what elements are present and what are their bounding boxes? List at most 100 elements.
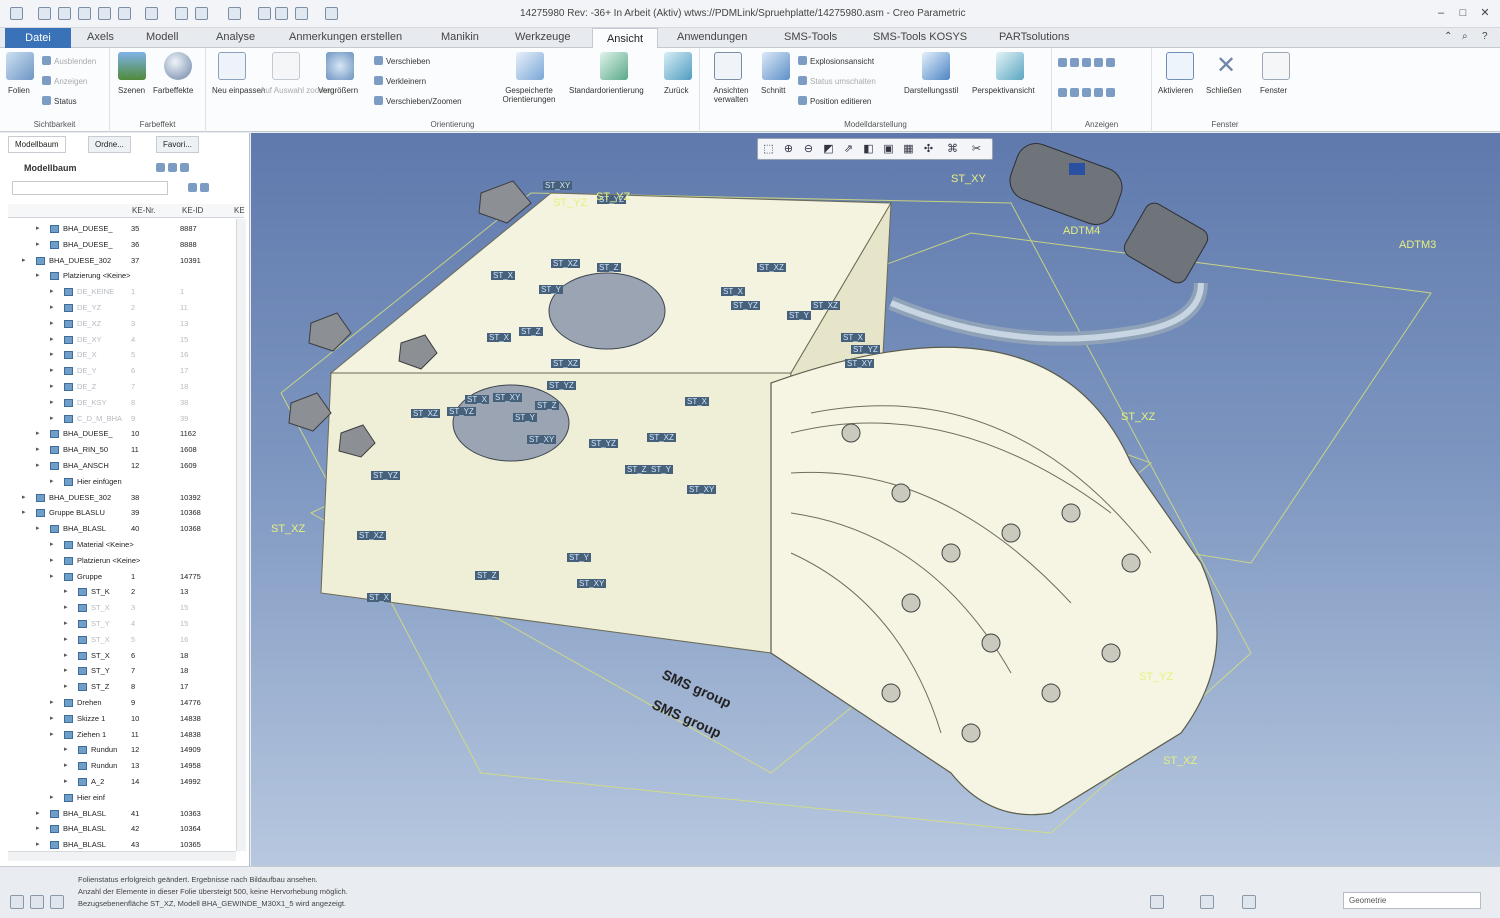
tree-row[interactable]: ▸ BHA_BLASL 40 10368 bbox=[0, 522, 236, 537]
datum-plane-label[interactable]: ST_YZ bbox=[553, 197, 587, 209]
datum-plane-label[interactable]: ST_XZ bbox=[1121, 411, 1155, 423]
expand-arrow-icon[interactable]: ▸ bbox=[50, 335, 54, 343]
tree-row[interactable]: ▸ BHA_DUESE_ 36 8888 bbox=[0, 238, 236, 253]
redo-icon[interactable] bbox=[145, 7, 158, 20]
datum-label[interactable]: ST_Z bbox=[625, 465, 649, 474]
expand-arrow-icon[interactable]: ▸ bbox=[50, 350, 54, 358]
datum-label[interactable]: ST_Y bbox=[649, 465, 674, 474]
datum-label[interactable]: ST_XY bbox=[543, 181, 573, 190]
explosionsansicht-button[interactable]: Explosionsansicht bbox=[798, 56, 874, 66]
tree-row[interactable]: ▸ Ziehen 1 11 14838 bbox=[0, 728, 236, 743]
globe-icon[interactable] bbox=[295, 7, 308, 20]
col-ke-nr[interactable]: KE-Nr. bbox=[132, 206, 156, 215]
tree-row[interactable]: ▸ DE_Y 6 17 bbox=[0, 364, 236, 379]
expand-arrow-icon[interactable]: ▸ bbox=[36, 271, 40, 279]
zoom-out-icon[interactable]: ⊖ bbox=[802, 143, 815, 156]
datum-label[interactable]: ST_XZ bbox=[551, 359, 580, 368]
datum-label[interactable]: ST_XY bbox=[577, 579, 607, 588]
selection-filter-select[interactable]: Geometrie bbox=[1343, 892, 1481, 909]
datum-label[interactable]: ST_X bbox=[685, 397, 710, 406]
tree-row[interactable]: ▸ DE_XY 4 15 bbox=[0, 333, 236, 348]
display-style-icon[interactable]: ◧ bbox=[862, 143, 875, 156]
tab-datei[interactable]: Datei bbox=[5, 28, 71, 48]
expand-arrow-icon[interactable]: ▸ bbox=[50, 572, 54, 580]
datum-label[interactable]: ST_X bbox=[487, 333, 512, 342]
position-editieren-button[interactable]: Position editieren bbox=[798, 96, 871, 106]
tree-row[interactable]: ▸ ST_X 6 18 bbox=[0, 649, 236, 664]
expand-arrow-icon[interactable]: ▸ bbox=[22, 493, 26, 501]
selection-buffer-icon[interactable] bbox=[1242, 895, 1256, 909]
datum-label[interactable]: ST_XY bbox=[687, 485, 717, 494]
expand-arrow-icon[interactable]: ▸ bbox=[64, 682, 68, 690]
datum-label[interactable]: ST_XZ bbox=[551, 259, 580, 268]
close-icon[interactable]: ✕ bbox=[1478, 6, 1492, 20]
ansichten-verwalten-button[interactable]: Ansichten verwalten bbox=[708, 86, 754, 104]
help-icon[interactable]: ? bbox=[1482, 31, 1488, 42]
tree-row[interactable]: ▸ ST_Y 4 15 bbox=[0, 617, 236, 632]
expand-arrow-icon[interactable]: ▸ bbox=[50, 714, 54, 722]
tab-sms-tools-kosys[interactable]: SMS-Tools KOSYS bbox=[873, 31, 967, 43]
perspektivansicht-button[interactable]: Perspektivansicht bbox=[972, 86, 1035, 95]
tab-manikin[interactable]: Manikin bbox=[441, 31, 479, 43]
datum-label[interactable]: ST_Z bbox=[597, 263, 621, 272]
regenerate-icon[interactable] bbox=[175, 7, 188, 20]
folien-button[interactable]: Folien bbox=[8, 86, 30, 95]
col-ke[interactable]: KE bbox=[234, 206, 245, 215]
expand-arrow-icon[interactable]: ▸ bbox=[50, 319, 54, 327]
datum-label[interactable]: ST_Y bbox=[567, 553, 592, 562]
datum-label[interactable]: ST_XY bbox=[493, 393, 523, 402]
pdm-icon[interactable] bbox=[228, 7, 241, 20]
tree-row[interactable]: ▸ ST_X 5 16 bbox=[0, 633, 236, 648]
vergroessern-button[interactable]: Vergrößern bbox=[318, 86, 358, 95]
expand-arrow-icon[interactable]: ▸ bbox=[64, 761, 68, 769]
expand-arrow-icon[interactable]: ▸ bbox=[64, 666, 68, 674]
tab-werkzeuge[interactable]: Werkzeuge bbox=[515, 31, 570, 43]
tab-modell[interactable]: Modell bbox=[146, 31, 178, 43]
undo-icon[interactable] bbox=[118, 7, 131, 20]
datum-label[interactable]: ST_Y bbox=[513, 413, 538, 422]
datum-label[interactable]: ST_Z bbox=[519, 327, 543, 336]
tree-row[interactable]: ▸ BHA_BLASL 42 10364 bbox=[0, 822, 236, 837]
gespeicherte-orientierungen-button[interactable]: Gespeicherte Orientierungen bbox=[492, 86, 566, 104]
expand-arrow-icon[interactable]: ▸ bbox=[50, 793, 54, 801]
verschieben-zoomen-button[interactable]: Verschieben/Zoomen bbox=[374, 96, 462, 106]
datum-label[interactable]: ST_YZ bbox=[851, 345, 880, 354]
datum-label[interactable]: ST_XZ bbox=[357, 531, 386, 540]
refit-icon[interactable]: ⬚ bbox=[762, 143, 775, 156]
collapse-ribbon-icon[interactable]: ⌃ bbox=[1444, 31, 1452, 42]
tree-row[interactable]: ▸ Gruppe 1 14775 bbox=[0, 570, 236, 585]
datum-plane-label[interactable]: ST_XZ bbox=[271, 523, 305, 535]
expand-arrow-icon[interactable]: ▸ bbox=[64, 651, 68, 659]
windows-icon[interactable] bbox=[195, 7, 208, 20]
browser-toggle-icon[interactable] bbox=[30, 895, 44, 909]
datum-label[interactable]: ST_X bbox=[721, 287, 746, 296]
tree-horizontal-scrollbar[interactable] bbox=[8, 851, 236, 861]
tree-row[interactable]: ▸ BHA_RIN_50 11 1608 bbox=[0, 443, 236, 458]
graphics-window[interactable]: SMS group SMS group ⬚ ⊕ ⊖ ◩ ⇗ ◧ ▣ ▦ ✣ ⌘ … bbox=[251, 133, 1500, 866]
expand-arrow-icon[interactable]: ▸ bbox=[64, 603, 68, 611]
farbeffekte-button[interactable]: Farbeffekte bbox=[153, 86, 193, 95]
expand-arrow-icon[interactable]: ▸ bbox=[64, 777, 68, 785]
tree-row[interactable]: ▸ Gruppe BLASLU 39 10368 bbox=[0, 506, 236, 521]
expand-arrow-icon[interactable]: ▸ bbox=[64, 635, 68, 643]
datum-display-icon[interactable]: ▦ bbox=[902, 143, 915, 156]
datum-plane-label[interactable]: ST_XY bbox=[951, 173, 986, 185]
tree-row[interactable]: ▸ Rundun 12 14909 bbox=[0, 743, 236, 758]
datum-label[interactable]: ST_X bbox=[841, 333, 866, 342]
expand-arrow-icon[interactable]: ▸ bbox=[36, 824, 40, 832]
tab-sms-tools[interactable]: SMS-Tools bbox=[784, 31, 837, 43]
expand-arrow-icon[interactable]: ▸ bbox=[22, 508, 26, 516]
datum-label[interactable]: ST_Z bbox=[535, 401, 559, 410]
tree-filter-icon[interactable] bbox=[188, 183, 212, 193]
darstellungsstil-button[interactable]: Darstellungsstil bbox=[904, 86, 958, 95]
tree-row[interactable]: ▸ A_2 14 14992 bbox=[0, 775, 236, 790]
expand-arrow-icon[interactable]: ▸ bbox=[50, 540, 54, 548]
tree-row[interactable]: ▸ BHA_DUESE_302 37 10391 bbox=[0, 254, 236, 269]
sketch-icon[interactable]: ✂ bbox=[970, 143, 983, 156]
expand-arrow-icon[interactable]: ▸ bbox=[36, 224, 40, 232]
expand-arrow-icon[interactable]: ▸ bbox=[36, 524, 40, 532]
save-icon[interactable] bbox=[98, 7, 111, 20]
expand-arrow-icon[interactable]: ▸ bbox=[36, 461, 40, 469]
datum-label[interactable]: ST_Z bbox=[475, 571, 499, 580]
status-umschalten-button[interactable]: Status umschalten bbox=[798, 76, 876, 86]
